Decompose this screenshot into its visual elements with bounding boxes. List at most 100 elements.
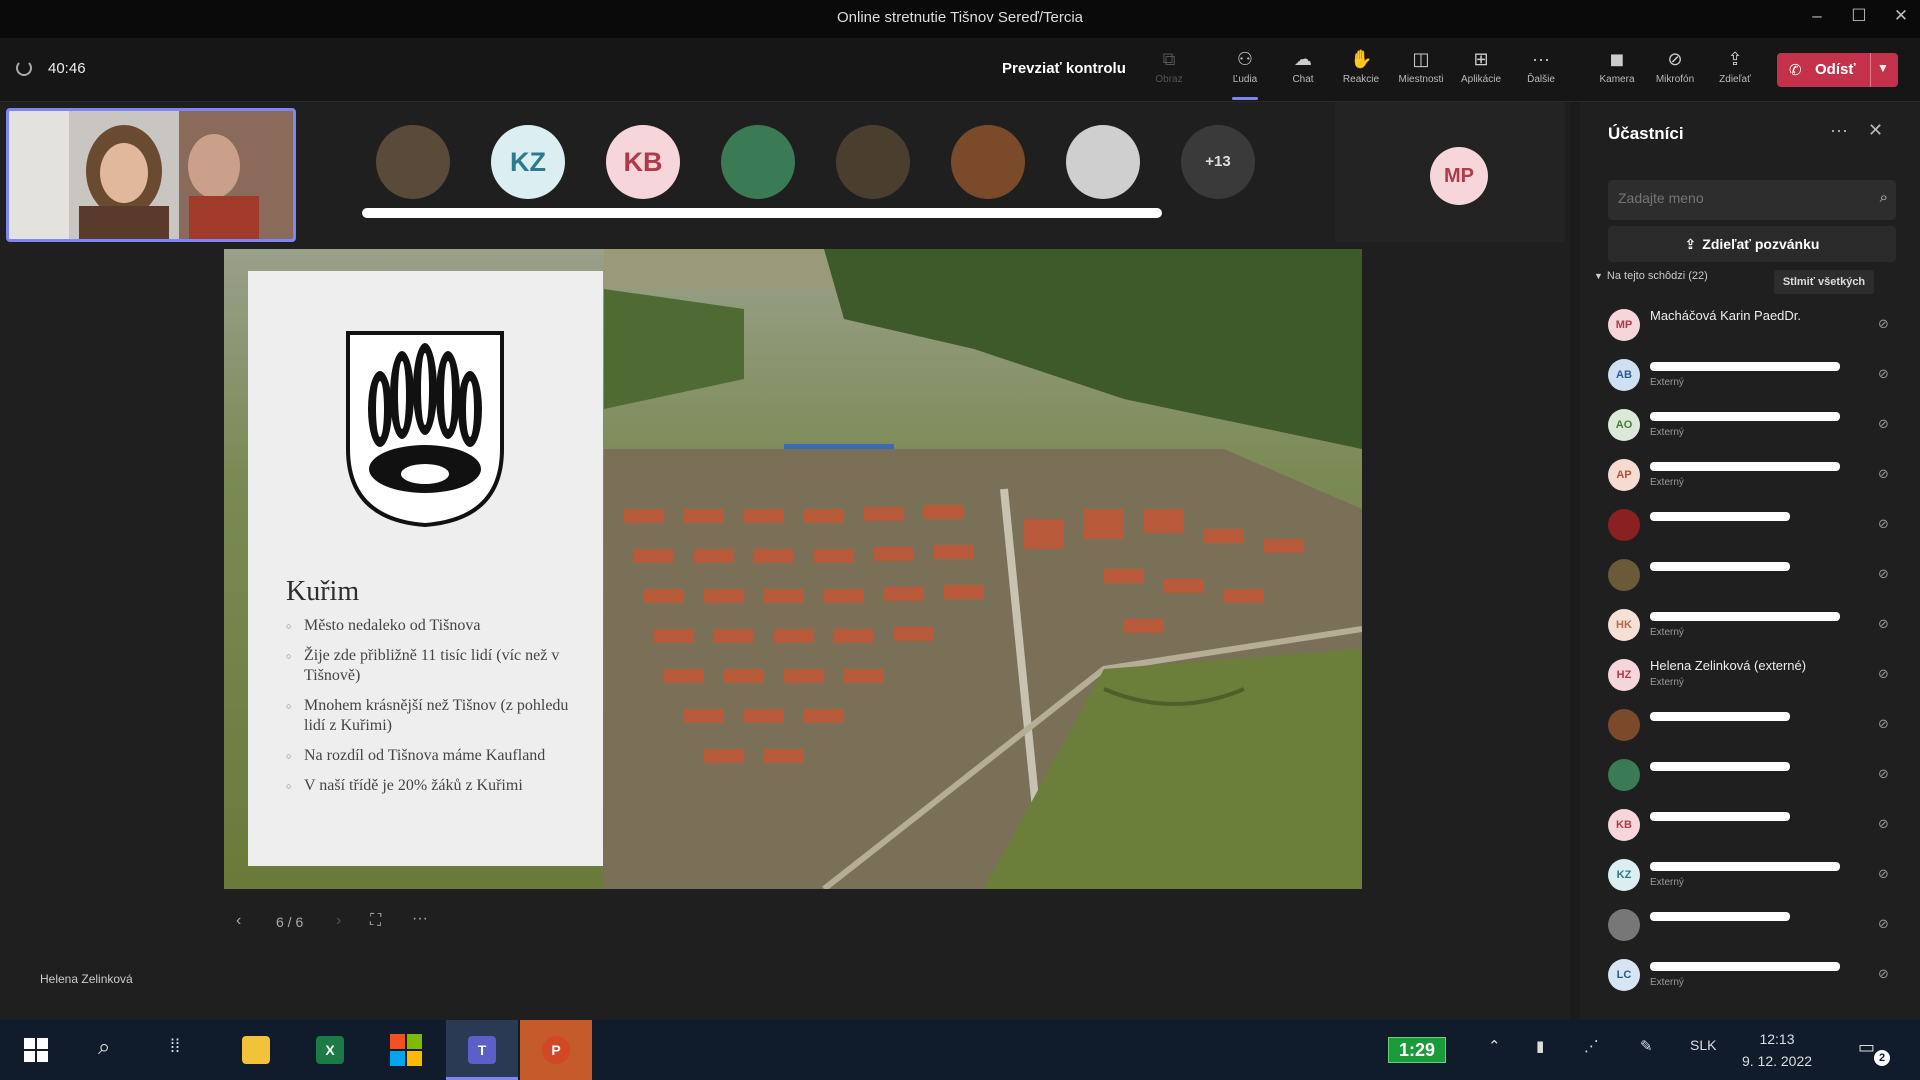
panel-title: Účastníci (1608, 124, 1684, 143)
excel-icon: X (316, 1036, 344, 1064)
mic-off-icon[interactable]: ⊘ (1878, 816, 1889, 832)
mic-off-icon[interactable]: ⊘ (1878, 866, 1889, 882)
chevron-up-icon[interactable]: ⌃ (1488, 1037, 1501, 1055)
share-invite-button[interactable]: ⇪ Zdieľať pozvánku (1608, 226, 1896, 262)
rooms-button[interactable]: ◫ Miestnosti (1392, 46, 1450, 98)
apps-label: Aplikácie (1460, 74, 1502, 85)
section-header[interactable]: ▼ Na tejto schôdzi (22) Stlmiť všetkých (1594, 270, 1894, 296)
participant-sub: Externý (1650, 377, 1684, 388)
powerpoint-app[interactable]: P (520, 1020, 592, 1080)
participant-row[interactable]: HK Externý ⊘ (1608, 602, 1898, 648)
leave-label: Odísť (1815, 61, 1856, 78)
participant-avatar[interactable] (1066, 125, 1140, 199)
chat-button[interactable]: ☁ Chat (1274, 46, 1332, 98)
participant-avatar[interactable] (951, 125, 1025, 199)
participant-avatar[interactable]: KB (606, 125, 680, 199)
participant-row[interactable]: KB ⊘ (1608, 802, 1898, 848)
more-icon[interactable]: ··· (1830, 120, 1848, 141)
share-button[interactable]: ⇪ Zdieľať (1706, 46, 1764, 98)
camera-off-icon: ◼ (1609, 49, 1625, 69)
participant-avatar[interactable]: +13 (1181, 125, 1255, 199)
maximize-icon[interactable]: ☐ (1844, 6, 1874, 26)
task-view-button[interactable]: ⁞⁞ (144, 1020, 216, 1080)
mic-off-icon[interactable]: ⊘ (1878, 566, 1889, 582)
take-control-button[interactable]: Prevziať kontrolu (990, 52, 1138, 88)
close-button[interactable]: ⧉ Obraz (1140, 46, 1198, 98)
self-video[interactable] (6, 108, 296, 242)
mic-off-icon[interactable]: ⊘ (1878, 516, 1889, 532)
section-label: Na tejto schôdzi (22) (1606, 270, 1708, 282)
mic-off-icon[interactable]: ⊘ (1878, 716, 1889, 732)
chevron-down-icon[interactable]: ▼ (1877, 61, 1889, 75)
slide-bullet: Na rozdíl od Tišnova máme Kaufland (286, 746, 586, 766)
more-button[interactable]: ··· Ďalšie (1512, 46, 1570, 98)
hand-icon: ✋ (1350, 49, 1373, 69)
prev-slide-icon[interactable]: ‹ (236, 912, 241, 930)
next-slide-icon[interactable]: › (336, 912, 341, 930)
minimize-icon[interactable]: – (1802, 6, 1832, 26)
participant-row[interactable]: AB Externý ⊘ (1608, 352, 1898, 398)
mic-off-icon[interactable]: ⊘ (1878, 616, 1889, 632)
participant-row[interactable]: AO Externý ⊘ (1608, 402, 1898, 448)
store-app[interactable] (370, 1020, 442, 1080)
mic-off-icon[interactable]: ⊘ (1878, 766, 1889, 782)
excel-app[interactable]: X (294, 1020, 366, 1080)
timer-badge[interactable]: 1:29 (1388, 1037, 1446, 1063)
meeting-toolbar: 40:46 Prevziať kontrolu ⧉ Obraz ⚇ Ľudia ☁ Cha… (0, 38, 1920, 102)
shared-slide[interactable]: Kuřim Město nedaleko od Tišnova Žije zde… (224, 249, 1362, 889)
pen-icon[interactable]: ✎ (1640, 1037, 1653, 1055)
teams-app[interactable]: T (446, 1020, 518, 1080)
participant-row[interactable]: MP Macháčová Karin PaedDr. ⊘ (1608, 302, 1898, 348)
participant-row[interactable]: ⊘ (1608, 702, 1898, 748)
network-icon[interactable]: ⋰ (1584, 1037, 1599, 1055)
redacted-name (1650, 462, 1840, 471)
search-icon[interactable]: ⌕ (1880, 189, 1888, 206)
slide-text-card: Kuřim Město nedaleko od Tišnova Žije zde… (248, 271, 603, 866)
mute-all-button[interactable]: Stlmiť všetkých (1774, 270, 1874, 294)
apps-button[interactable]: ⊞ Aplikácie (1452, 46, 1510, 98)
presenter-tile[interactable]: MP (1335, 102, 1565, 242)
camera-button[interactable]: ◼ Kamera (1588, 46, 1646, 98)
reactions-button[interactable]: ✋ Reakcie (1332, 46, 1390, 98)
mic-off-icon[interactable]: ⊘ (1878, 466, 1889, 482)
participant-row[interactable]: ⊘ (1608, 752, 1898, 798)
participant-row[interactable]: ⊘ (1608, 502, 1898, 548)
window-title: Online stretnutie Tišnov Sereď/Tercia (837, 9, 1083, 26)
search-input[interactable] (1618, 190, 1858, 206)
presenter-view-icon[interactable]: ⛶ (370, 912, 381, 930)
participant-row[interactable]: HZ Helena Zelinková (externé) Externý ⊘ (1608, 652, 1898, 698)
search-taskbar-button[interactable]: ⌕ (72, 1020, 144, 1080)
close-window-icon[interactable]: ✕ (1886, 6, 1916, 26)
start-button[interactable] (0, 1020, 72, 1080)
mic-off-icon[interactable]: ⊘ (1878, 366, 1889, 382)
mic-off-icon[interactable]: ⊘ (1878, 416, 1889, 432)
participant-row[interactable]: ⊘ (1608, 552, 1898, 598)
more-options-icon[interactable]: ··· (412, 910, 428, 928)
participant-row[interactable]: AP Externý ⊘ (1608, 452, 1898, 498)
people-label: Ľudia (1232, 74, 1258, 85)
mic-button[interactable]: ⊘ Mikrofón (1646, 46, 1704, 98)
mic-off-icon[interactable]: ⊘ (1878, 316, 1889, 332)
mic-off-icon[interactable]: ⊘ (1878, 966, 1889, 982)
participant-avatar[interactable] (376, 125, 450, 199)
avatar (1608, 759, 1640, 791)
close-icon[interactable]: ✕ (1868, 120, 1883, 141)
mic-off-icon[interactable]: ⊘ (1878, 916, 1889, 932)
notifications-icon[interactable]: ▭ (1858, 1037, 1875, 1058)
chevron-down-icon: ▼ (1594, 271, 1603, 281)
usb-icon[interactable]: ▮ (1536, 1037, 1544, 1055)
clock[interactable]: 12:13 9. 12. 2022 (1732, 1028, 1822, 1072)
participant-row[interactable]: LC Externý ⊘ (1608, 952, 1898, 998)
leave-button[interactable]: ✆ Odísť ▼ (1777, 53, 1898, 87)
mic-off-icon[interactable]: ⊘ (1878, 666, 1889, 682)
participant-avatar[interactable] (836, 125, 910, 199)
participant-avatar[interactable]: KZ (491, 125, 565, 199)
search-box[interactable]: ⌕ (1608, 180, 1896, 220)
participant-row[interactable]: ⊘ (1608, 902, 1898, 948)
task-view-icon: ⁞⁞ (170, 1036, 181, 1056)
participant-row[interactable]: KZ Externý ⊘ (1608, 852, 1898, 898)
language-indicator[interactable]: SLK (1690, 1037, 1716, 1053)
participant-avatar[interactable] (721, 125, 795, 199)
people-button[interactable]: ⚇ Ľudia (1216, 46, 1274, 100)
file-explorer-app[interactable] (220, 1020, 292, 1080)
